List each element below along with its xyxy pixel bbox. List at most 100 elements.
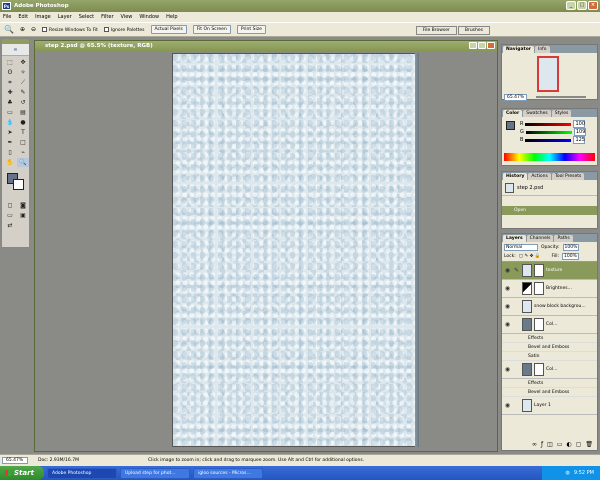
delete-layer-icon[interactable]: 🗑 (585, 441, 593, 448)
tray-icon[interactable]: ◍ (565, 470, 569, 476)
link-layers-icon[interactable]: ∞ (532, 441, 537, 448)
tab-actions[interactable]: Actions (528, 173, 551, 180)
add-mask-icon[interactable]: ◫ (547, 441, 553, 448)
effect-bevel-row[interactable]: Bevel and Emboss (502, 388, 597, 397)
pen-tool-icon[interactable]: ✒ (4, 138, 16, 147)
close-button[interactable]: × (588, 1, 598, 10)
status-zoom-field[interactable]: 65.47% (2, 457, 28, 464)
slice-tool-icon[interactable]: ⟋ (17, 78, 29, 87)
visibility-eye-icon[interactable]: ◉ (504, 267, 511, 274)
start-button[interactable]: Start (0, 466, 44, 480)
standard-mode-icon[interactable]: ◻ (4, 201, 16, 210)
blue-slider[interactable] (525, 138, 572, 142)
effects-row[interactable]: Effects (502, 334, 597, 343)
navigator-thumbnail[interactable] (537, 56, 559, 92)
tab-channels[interactable]: Channels (526, 235, 554, 242)
doc-minimize-button[interactable] (469, 42, 477, 49)
menu-file[interactable]: File (3, 14, 11, 20)
history-snapshot[interactable]: step 2.psd (502, 180, 597, 196)
fullscreen-mode-icon[interactable]: ▣ (17, 211, 29, 220)
imageready-icon[interactable]: ⇄ (4, 221, 16, 230)
visibility-eye-icon[interactable]: ◉ (504, 303, 511, 310)
color-spectrum-ramp[interactable] (504, 153, 595, 161)
layer-brightness[interactable]: ◉ Brightnes... (502, 280, 597, 298)
visibility-eye-icon[interactable]: ◉ (504, 285, 511, 292)
layer-1[interactable]: ◉ Layer 1 (502, 397, 597, 415)
screen-mode-icon[interactable]: ▭ (4, 211, 16, 220)
type-tool-icon[interactable]: T (17, 128, 29, 137)
task-upload[interactable]: Upload step for phot... (120, 467, 190, 479)
brush-tool-icon[interactable]: ✎ (17, 88, 29, 97)
tab-brushes[interactable]: Brushes (457, 26, 490, 35)
notes-tool-icon[interactable]: ▯ (4, 148, 16, 157)
zoom-tool-box-icon[interactable]: 🔍 (17, 158, 29, 167)
minimize-button[interactable]: _ (566, 1, 576, 10)
menu-view[interactable]: View (121, 14, 133, 20)
tab-paths[interactable]: Paths (554, 235, 573, 242)
menu-help[interactable]: Help (166, 14, 177, 20)
blend-mode-select[interactable]: Normal (504, 243, 538, 251)
move-tool-icon[interactable]: ✥ (17, 58, 29, 67)
fit-on-screen-button[interactable]: Fit On Screen (192, 25, 231, 34)
tab-file-browser[interactable]: File Browser (415, 26, 457, 35)
healing-brush-icon[interactable]: ✚ (4, 88, 16, 97)
menu-edit[interactable]: Edit (18, 14, 28, 20)
lock-icons[interactable]: ▢ ✎ ✥ 🔒 (519, 254, 541, 259)
history-brush-icon[interactable]: ↺ (17, 98, 29, 107)
magic-wand-icon[interactable]: ✧ (17, 68, 29, 77)
add-style-icon[interactable]: ƒ (541, 441, 543, 448)
hand-tool-icon[interactable]: ✋ (4, 158, 16, 167)
green-value[interactable]: 109 (573, 128, 586, 136)
crop-tool-icon[interactable]: ⌗ (4, 78, 16, 87)
zoom-out-icon[interactable]: ⊖ (31, 26, 36, 33)
quickmask-mode-icon[interactable]: ◙ (17, 201, 29, 210)
effects-row[interactable]: Effects (502, 379, 597, 388)
menu-filter[interactable]: Filter (101, 14, 113, 20)
resize-windows-checkbox[interactable]: Resize Windows To Fit (42, 26, 98, 33)
gradient-tool-icon[interactable]: ▤ (17, 108, 29, 117)
blur-tool-icon[interactable]: 💧 (4, 118, 16, 127)
blue-value[interactable]: 125 (573, 136, 586, 144)
status-doc-info[interactable]: Doc: 2.93M/16.7M (38, 458, 138, 463)
eyedropper-icon[interactable]: ⌁ (17, 148, 29, 157)
ignore-palettes-checkbox[interactable]: Ignore Palettes (103, 26, 145, 33)
red-slider[interactable] (525, 122, 572, 126)
green-slider[interactable] (525, 130, 572, 134)
layer-color-2[interactable]: ◉ Col... (502, 361, 597, 379)
menu-layer[interactable]: Layer (58, 14, 72, 20)
tab-info[interactable]: Info (535, 46, 550, 53)
zoom-in-icon[interactable]: ⊕ (20, 26, 25, 33)
tab-tool-presets[interactable]: Tool Presets (551, 173, 585, 180)
maximize-button[interactable]: □ (577, 1, 587, 10)
background-color-swatch[interactable] (13, 179, 24, 190)
color-fg-swatch[interactable] (506, 121, 515, 130)
visibility-eye-icon[interactable]: ◉ (504, 402, 511, 409)
tab-color[interactable]: Color (503, 110, 523, 117)
navigator-zoom-field[interactable]: 65.47% (504, 94, 528, 101)
history-state-open[interactable]: Open (502, 206, 597, 215)
navigator-zoom-slider[interactable] (536, 96, 586, 98)
menu-image[interactable]: Image (35, 14, 51, 20)
menu-window[interactable]: Window (139, 14, 159, 20)
doc-maximize-button[interactable] (478, 42, 486, 49)
image-canvas[interactable] (172, 53, 418, 447)
visibility-eye-icon[interactable]: ◉ (504, 321, 511, 328)
lasso-tool-icon[interactable]: ʘ (4, 68, 16, 77)
new-layer-icon[interactable]: ▢ (576, 441, 582, 448)
visibility-eye-icon[interactable]: ◉ (504, 366, 511, 373)
dodge-tool-icon[interactable]: ● (17, 118, 29, 127)
layer-texture[interactable]: ◉ ✎ texture (502, 262, 597, 280)
shape-tool-icon[interactable]: □ (17, 138, 29, 147)
red-value[interactable]: 100 (573, 120, 586, 128)
tab-layers[interactable]: Layers (503, 235, 526, 242)
menu-select[interactable]: Select (79, 14, 94, 20)
tab-navigator[interactable]: Navigator (503, 46, 534, 53)
effect-bevel-row[interactable]: Bevel and Emboss (502, 343, 597, 352)
layer-snow-block[interactable]: ◉ snow block backgrou... (502, 298, 597, 316)
eraser-tool-icon[interactable]: ▭ (4, 108, 16, 117)
tab-swatches[interactable]: Swatches (523, 110, 551, 117)
marquee-tool-icon[interactable]: ⬚ (4, 58, 16, 67)
path-select-icon[interactable]: ➤ (4, 128, 16, 137)
task-photoshop[interactable]: Adobe Photoshop (47, 467, 117, 479)
zoom-tool-icon[interactable]: 🔍 (4, 25, 14, 34)
